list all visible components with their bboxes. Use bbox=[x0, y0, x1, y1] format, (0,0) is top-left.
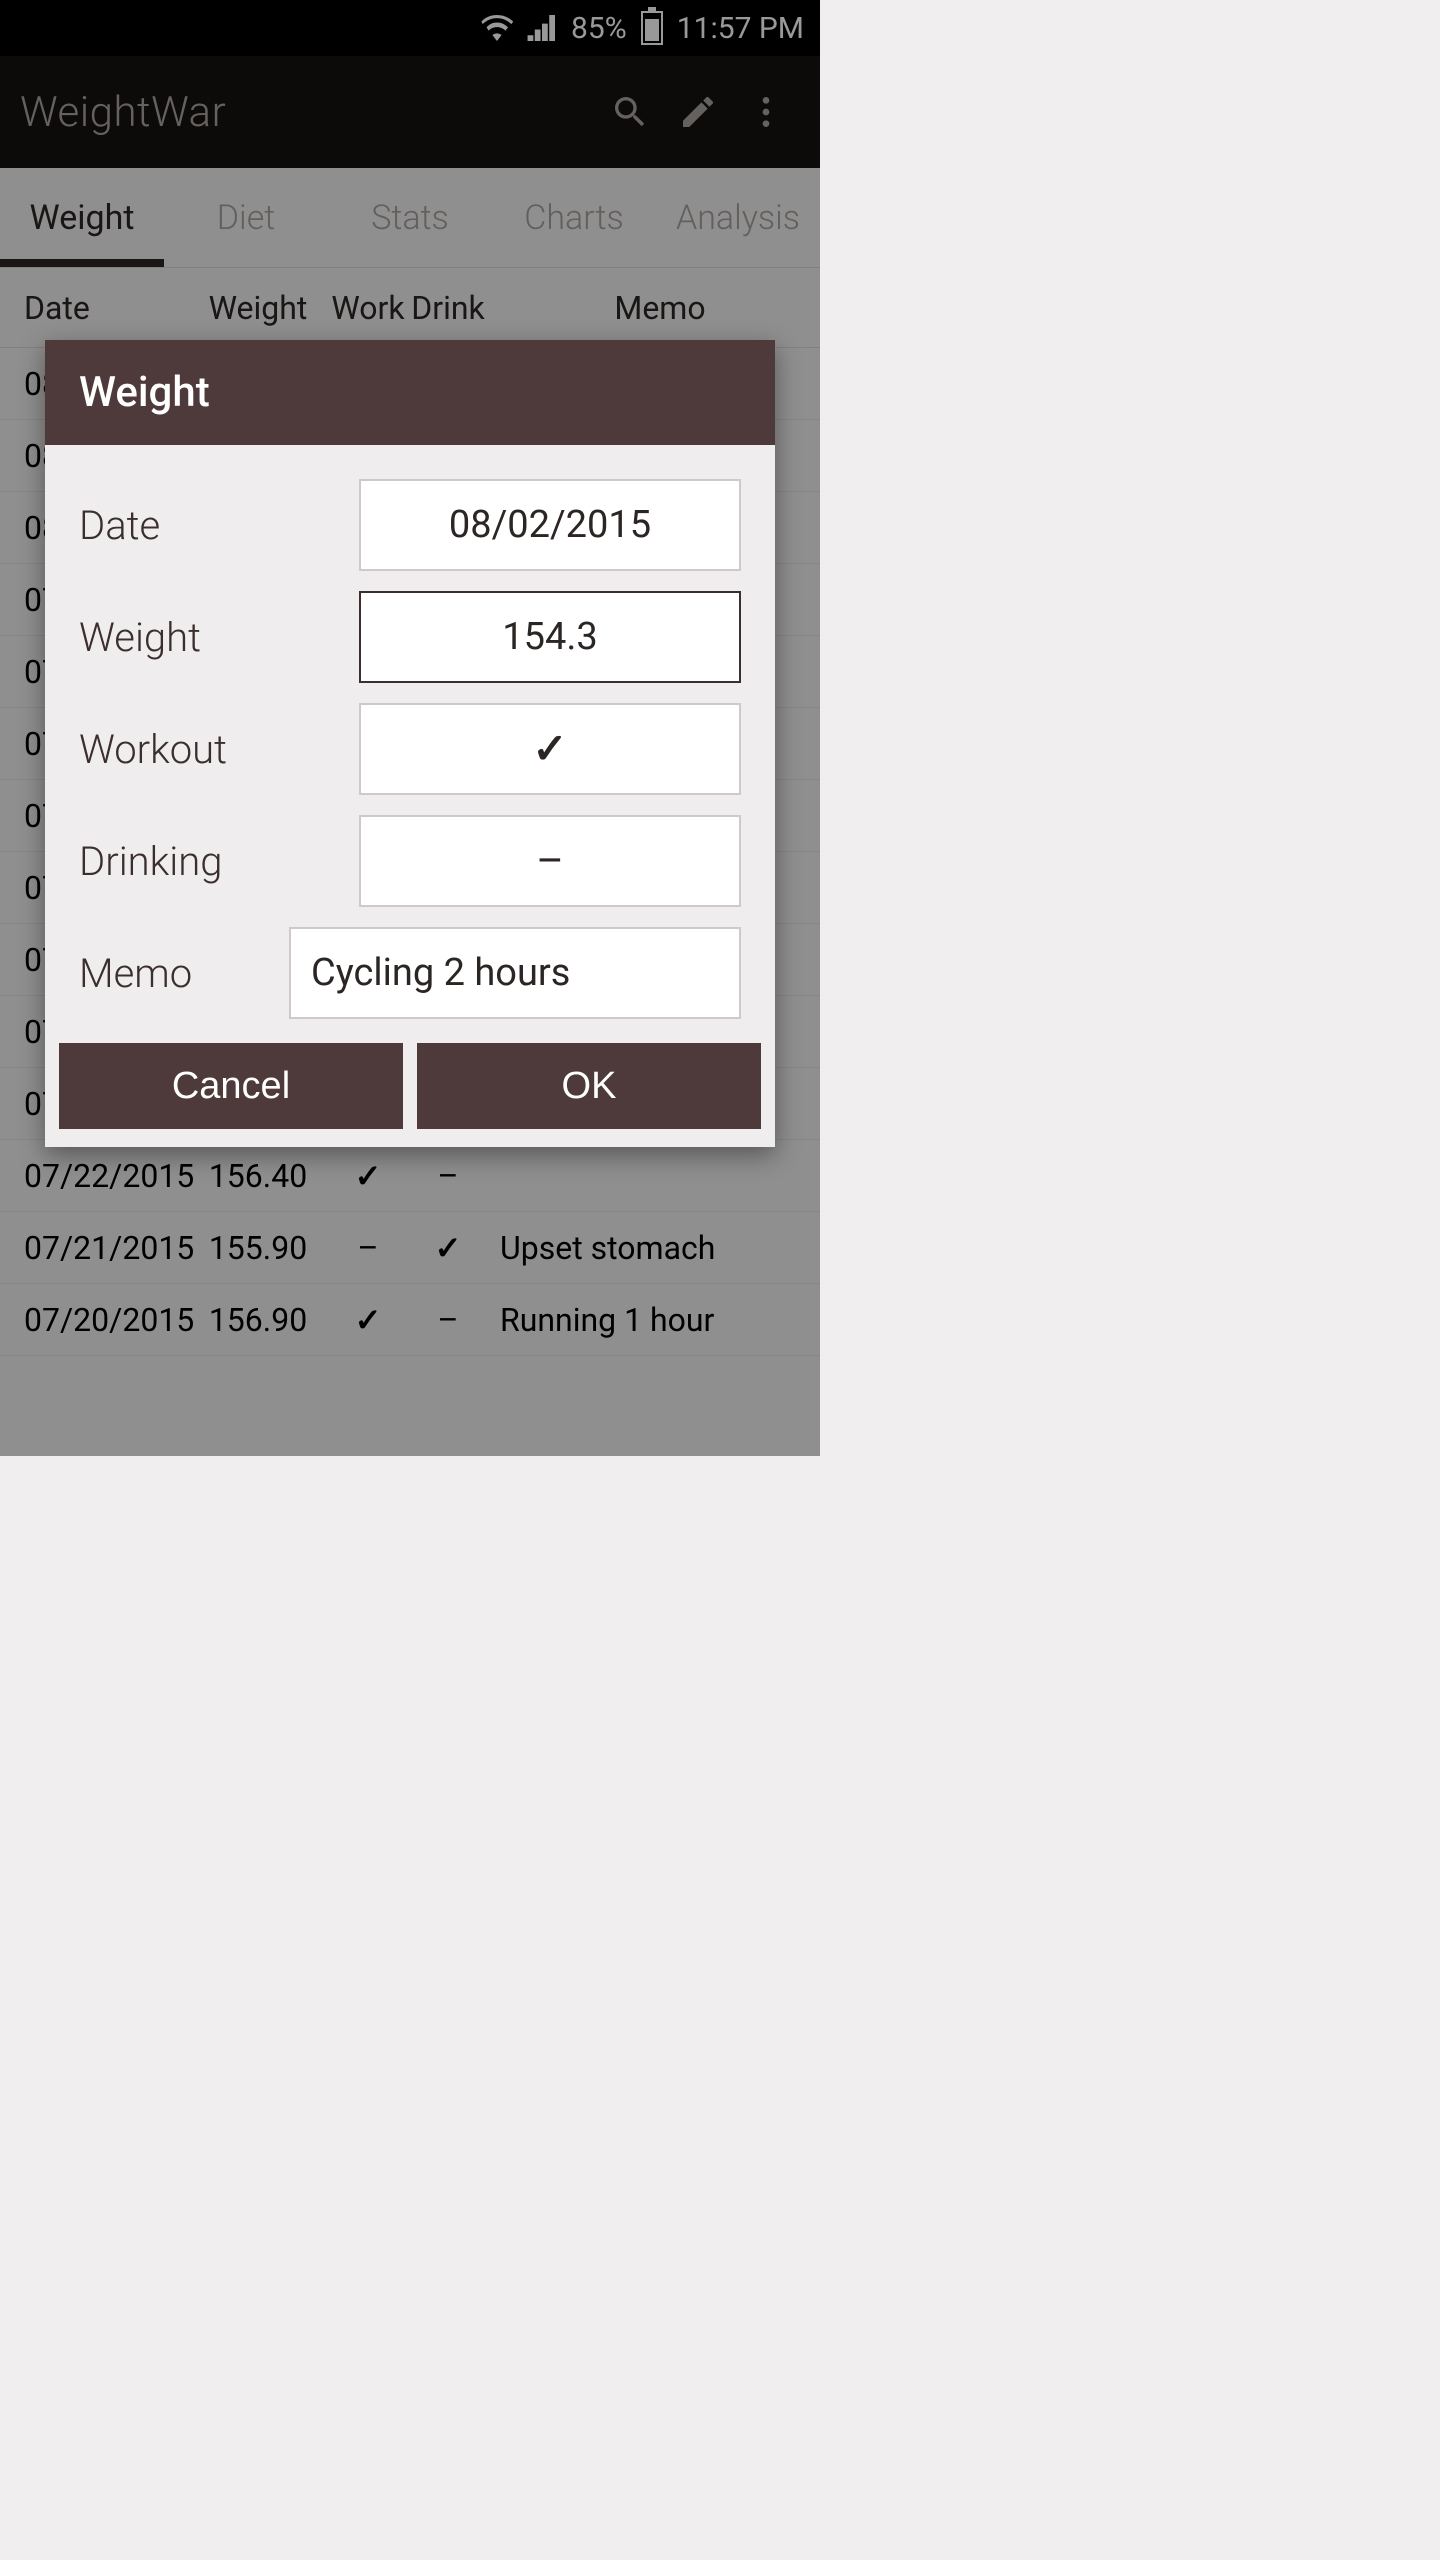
checkmark-icon bbox=[532, 724, 567, 774]
field-weight[interactable]: 154.3 bbox=[359, 591, 741, 683]
label-date: Date bbox=[79, 502, 359, 549]
label-weight: Weight bbox=[79, 614, 359, 661]
dialog-title: Weight bbox=[45, 340, 775, 445]
label-workout: Workout bbox=[79, 726, 359, 773]
cancel-button[interactable]: Cancel bbox=[59, 1043, 403, 1129]
field-date[interactable]: 08/02/2015 bbox=[359, 479, 741, 571]
dash-icon bbox=[536, 837, 564, 886]
label-memo: Memo bbox=[79, 950, 289, 997]
field-workout[interactable] bbox=[359, 703, 741, 795]
label-drinking: Drinking bbox=[79, 838, 359, 885]
ok-button[interactable]: OK bbox=[417, 1043, 761, 1129]
weight-dialog: Weight Date 08/02/2015 Weight 154.3 Work… bbox=[45, 340, 775, 1147]
field-drinking[interactable] bbox=[359, 815, 741, 907]
modal-overlay: Weight Date 08/02/2015 Weight 154.3 Work… bbox=[0, 0, 820, 1456]
field-memo[interactable]: Cycling 2 hours bbox=[289, 927, 741, 1019]
